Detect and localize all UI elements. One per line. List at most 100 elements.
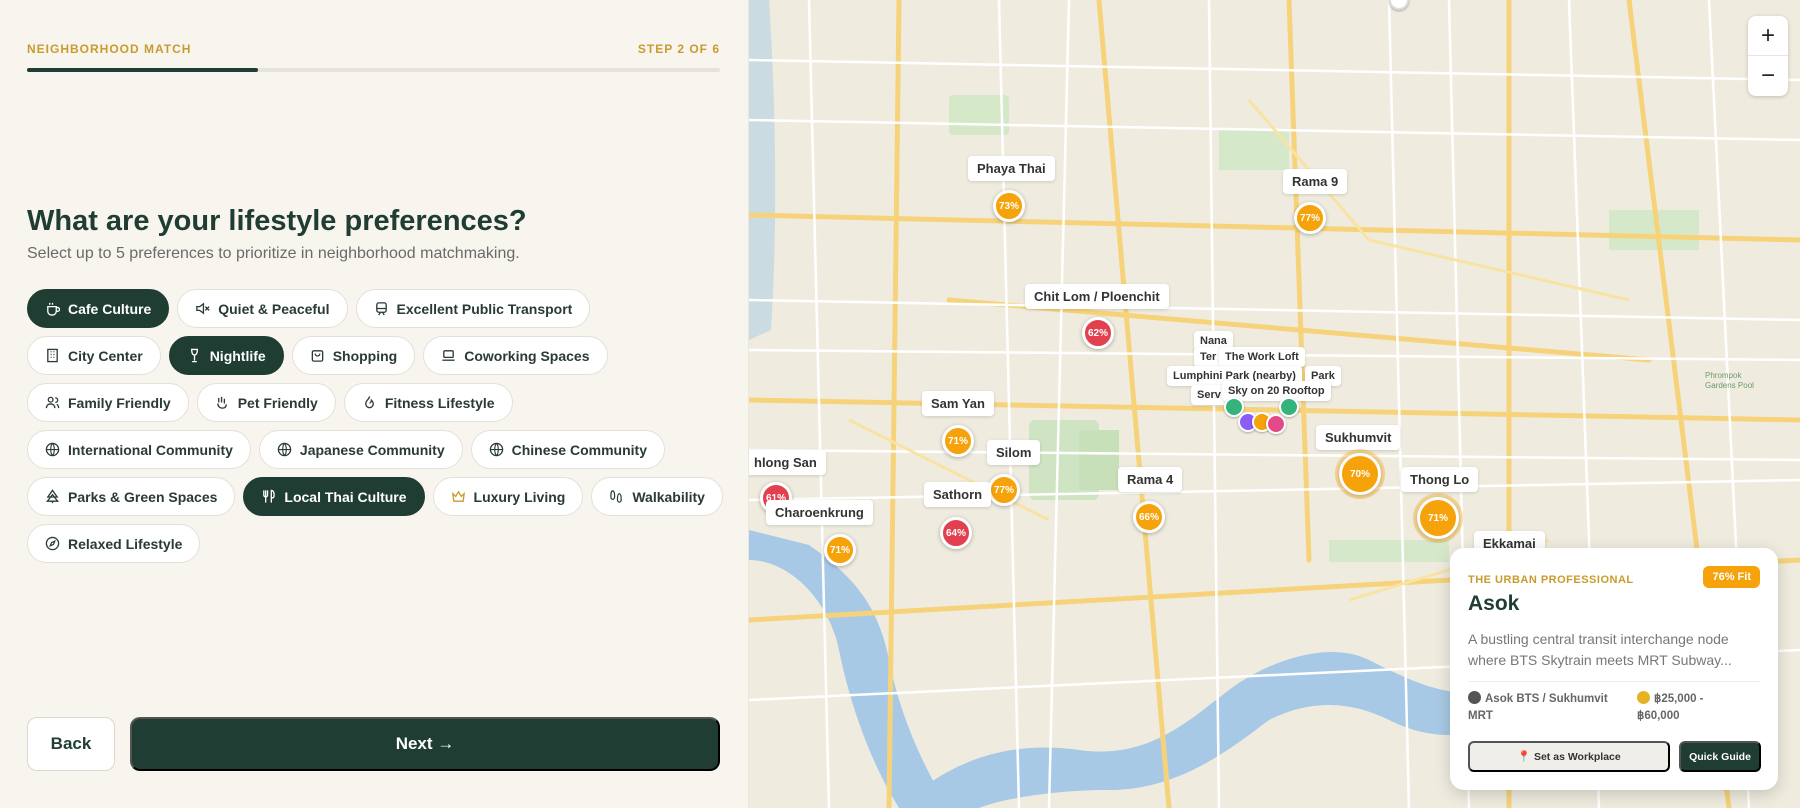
preference-chip-relaxed-lifestyle[interactable]: Relaxed Lifestyle <box>27 524 201 563</box>
area-label-sukhumvit[interactable]: Sukhumvit <box>1316 425 1401 450</box>
building-icon <box>45 348 60 363</box>
preference-chip-cafe-culture[interactable]: Cafe Culture <box>27 289 170 328</box>
set-workplace-label: Set as Workplace <box>1533 750 1621 763</box>
preference-chip-label: Walkability <box>632 488 705 505</box>
area-label-sathorn[interactable]: Sathorn <box>924 482 992 507</box>
area-marker-phaya-thai[interactable]: 73% <box>993 190 1025 222</box>
globe-icon <box>45 442 60 457</box>
footprints-icon <box>609 489 624 504</box>
poi-marker-park-2[interactable] <box>1279 397 1299 417</box>
preference-chip-label: City Center <box>68 347 143 364</box>
area-label-khao-san[interactable]: hlong San <box>749 450 826 475</box>
step-header: NEIGHBORHOOD MATCH STEP 2 OF 6 <box>27 42 720 56</box>
card-divider <box>1468 681 1760 682</box>
preference-chip-city-center[interactable]: City Center <box>27 336 161 375</box>
preference-chip-label: Shopping <box>332 347 398 364</box>
area-marker-sathorn[interactable]: 64% <box>940 517 972 549</box>
fit-badge: 76% Fit <box>1703 566 1760 588</box>
area-marker-thong-lo[interactable]: 71% <box>1413 493 1463 543</box>
laptop-icon <box>441 348 456 363</box>
wine-icon <box>187 348 202 363</box>
shopping-bag-icon <box>310 348 325 363</box>
set-workplace-button[interactable]: 📍 Set as Workplace <box>1468 741 1670 772</box>
preferences-panel: NEIGHBORHOOD MATCH STEP 2 OF 6 What are … <box>0 0 749 808</box>
pin-icon: 📍 <box>1517 751 1531 763</box>
preference-chip-label: Family Friendly <box>68 394 171 411</box>
preference-chip-luxury-living[interactable]: Luxury Living <box>432 477 584 516</box>
tree-icon <box>45 489 60 504</box>
page-subtitle: Select up to 5 preferences to prioritize… <box>27 245 520 262</box>
preference-chip-label: Nightlife <box>209 347 266 364</box>
area-label-chit-lom[interactable]: Chit Lom / Ploenchit <box>1025 284 1169 309</box>
area-marker-rama-9[interactable]: 77% <box>1294 202 1326 234</box>
zoom-in-button[interactable]: + <box>1748 16 1788 56</box>
card-kicker: THE URBAN PROFESSIONAL <box>1468 574 1634 586</box>
preference-chip-label: Local Thai Culture <box>284 488 407 505</box>
card-description: A bustling central transit interchange n… <box>1468 631 1732 668</box>
back-button[interactable]: Back <box>27 717 115 771</box>
preference-chip-fitness-lifestyle[interactable]: Fitness Lifestyle <box>343 383 513 422</box>
preference-chip-label: International Community <box>68 441 233 458</box>
transit-info: Asok BTS / Sukhumvit MRT <box>1468 691 1633 725</box>
area-label-rama-9[interactable]: Rama 9 <box>1283 169 1348 194</box>
preference-chip-label: Pet Friendly <box>237 394 318 411</box>
globe-icon <box>489 442 504 457</box>
preference-chip-coworking-spaces[interactable]: Coworking Spaces <box>423 336 608 375</box>
train-icon <box>1468 691 1481 704</box>
train-icon <box>374 301 389 316</box>
globe-icon <box>277 442 292 457</box>
area-marker-sam-yan[interactable]: 71% <box>942 425 974 457</box>
paw-icon <box>215 395 230 410</box>
preference-chip-walkability[interactable]: Walkability <box>591 477 723 516</box>
area-label-rama-4[interactable]: Rama 4 <box>1118 467 1183 492</box>
utensils-icon <box>261 489 276 504</box>
area-label-sam-yan[interactable]: Sam Yan <box>922 391 994 416</box>
preference-chip-nightlife[interactable]: Nightlife <box>168 336 284 375</box>
poi-marker-nightlife[interactable] <box>1266 414 1286 434</box>
area-label-thong-lo[interactable]: Thong Lo <box>1401 467 1479 492</box>
area-label-silom[interactable]: Silom <box>987 440 1041 465</box>
zoom-out-button[interactable]: − <box>1748 56 1788 96</box>
preference-chip-excellent-public-transport[interactable]: Excellent Public Transport <box>355 289 591 328</box>
quick-guide-button[interactable]: Quick Guide <box>1679 741 1761 772</box>
preference-chip-label: Relaxed Lifestyle <box>68 535 183 552</box>
area-marker-charoenkrung[interactable]: 71% <box>824 534 856 566</box>
area-label-phaya-thai[interactable]: Phaya Thai <box>968 156 1055 181</box>
users-icon <box>45 395 60 410</box>
area-label-charoenkrung[interactable]: Charoenkrung <box>766 500 873 525</box>
preference-chip-label: Fitness Lifestyle <box>384 394 495 411</box>
section-label: NEIGHBORHOOD MATCH <box>27 42 192 56</box>
preference-chip-pet-friendly[interactable]: Pet Friendly <box>196 383 336 422</box>
preference-chip-label: Luxury Living <box>473 488 566 505</box>
preference-chip-quiet-peaceful[interactable]: Quiet & Peaceful <box>177 289 348 328</box>
compass-icon <box>45 536 60 551</box>
zoom-controls: + − <box>1748 16 1788 96</box>
preference-chip-parks-green-spaces[interactable]: Parks & Green Spaces <box>27 477 236 516</box>
preference-chip-label: Parks & Green Spaces <box>68 488 218 505</box>
preference-chip-label: Chinese Community <box>511 441 647 458</box>
area-marker-rama-4[interactable]: 66% <box>1133 501 1165 533</box>
preference-chip-label: Excellent Public Transport <box>396 300 573 317</box>
preference-chip-shopping[interactable]: Shopping <box>291 336 416 375</box>
preference-chip-family-friendly[interactable]: Family Friendly <box>27 383 189 422</box>
poi-label-work-loft[interactable]: The Work Loft <box>1219 347 1305 367</box>
preference-chips: Cafe Culture Quiet & Peaceful Excellent Pu… <box>27 289 727 563</box>
preference-chip-local-thai-culture[interactable]: Local Thai Culture <box>243 477 425 516</box>
preference-chip-chinese-community[interactable]: Chinese Community <box>470 430 665 469</box>
preference-chip-japanese-community[interactable]: Japanese Community <box>258 430 463 469</box>
progress-bar <box>27 68 720 72</box>
next-button[interactable]: Next → <box>130 717 720 771</box>
transit-text: Asok BTS / Sukhumvit MRT <box>1468 693 1608 722</box>
flame-icon <box>362 395 377 410</box>
crown-icon <box>451 489 466 504</box>
area-marker-chit-lom[interactable]: 62% <box>1082 317 1114 349</box>
preference-chip-label: Quiet & Peaceful <box>218 300 330 317</box>
page-title: What are your lifestyle preferences? <box>27 205 527 237</box>
volume-off-icon <box>195 301 210 316</box>
area-marker-silom[interactable]: 77% <box>988 474 1020 506</box>
preference-chip-international-community[interactable]: International Community <box>27 430 251 469</box>
preference-chip-label: Coworking Spaces <box>464 347 590 364</box>
preference-chip-label: Cafe Culture <box>68 300 152 317</box>
price-info: ฿25,000 - ฿60,000 <box>1637 691 1747 725</box>
area-marker-sukhumvit[interactable]: 70% <box>1335 449 1385 499</box>
